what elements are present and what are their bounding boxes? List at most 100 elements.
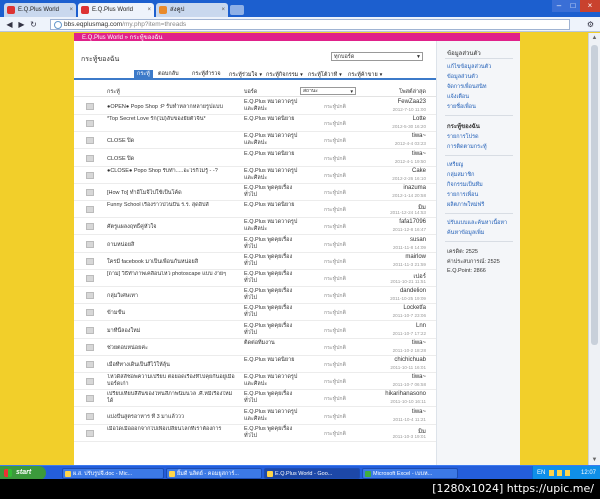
thread-title-link[interactable]: *Top Secret Love รัก(ไม่)ลับของยัยตัวจิ้…	[107, 116, 237, 132]
thread-title-link[interactable]: ข้ามขั้น	[107, 309, 237, 317]
thread-title-link[interactable]: [How To] ทำอีโมจิไปใช้เป็นโค้ด	[107, 189, 237, 197]
thread-title-link[interactable]: ใครมี facebook มาเป็นเพื่อนกันหน่อยสิ	[107, 258, 237, 266]
thread-title-link[interactable]: ●OPEN● Popo Shop :P รับทำหลากหลายรูปแบบ	[107, 103, 237, 111]
thread-board-link[interactable]: E.Q.Plus หมวดวาดรูป และศิลปะ	[244, 374, 300, 388]
tab-threads[interactable]: กระทู้	[134, 70, 153, 79]
thread-title-link[interactable]: [ถาม] วิธีทำภาพเคลื่อนไหว photoscape แบบ…	[107, 271, 237, 287]
thread-board-link[interactable]: E.Q.Plus หมวดวาดรูป และศิลปะ	[244, 133, 300, 147]
table-row[interactable]: ศัตรูแผลงฤทธิ์คู่หัวใจ E.Q.Plus หมวดวาดรู…	[74, 218, 436, 236]
last-post-user[interactable]: inazuma	[403, 185, 426, 191]
taskbar-item[interactable]: ยิ้มดี นลิตย์ - คอมยูสการ์...	[166, 468, 262, 479]
sidebar-link[interactable]: แจ้งเตือน	[447, 93, 469, 101]
table-row[interactable]: ●OPEN● Popo Shop :P รับทำหลากหลายรูปแบบ E…	[74, 98, 436, 115]
thread-title-link[interactable]: ถามหน่อยสิ	[107, 241, 237, 249]
sidebar-link[interactable]: ข้อมูลส่วนตัว	[447, 73, 478, 81]
back-icon[interactable]: ◀	[4, 19, 15, 30]
thread-title-link[interactable]: กลุ่มวิเศษเทา	[107, 292, 237, 300]
thread-title-link[interactable]: เปรียบเทียบสีสันของโทนสีภาพนิ่มนวล .ศิ.ห…	[107, 391, 237, 407]
last-post-user[interactable]: chichichuab	[394, 357, 426, 363]
last-post-user[interactable]: mairlow	[405, 254, 426, 260]
thread-board-link[interactable]: E.Q.Plus หมวดนิยาย	[244, 116, 300, 123]
minimize-icon[interactable]: –	[552, 0, 566, 12]
new-tab-button[interactable]	[230, 5, 244, 15]
sidebar-link[interactable]: เหรียญ	[447, 161, 463, 169]
table-row[interactable]: เมื่อที่ทางเดินเป็นสีไว้ให้ลุ้น E.Q.Plus …	[74, 356, 436, 373]
thread-board-link[interactable]: ติดต่อทีมงาน	[244, 340, 300, 347]
tab-close-icon[interactable]: ×	[69, 3, 73, 17]
sidebar-link[interactable]: ผลิตภาพใหม่ฟรี	[447, 201, 484, 209]
last-post-user[interactable]: Locketfa	[403, 305, 426, 311]
status-filter-select[interactable]: สถานะ ▼	[300, 87, 356, 95]
taskbar-item[interactable]: ผ.ส. ปรับรูปจี.doc - Mic...	[62, 468, 164, 479]
table-row[interactable]: CLOSE ปิด E.Q.Plus หมวดนิยาย กระทู้ปกติ tiw…	[74, 150, 436, 167]
table-row[interactable]: โหวดิสส์ชอพความเปรียบ ต่อยอดเรื่องที่ไปค…	[74, 373, 436, 391]
tab-close-icon[interactable]: ×	[221, 3, 225, 17]
sidebar-link[interactable]: จัดการเพื่อนสนิท	[447, 83, 486, 91]
thread-title-link[interactable]: เมื่อใดเมื่อออกจากไปเพื่อเปลี่ยนโลกที่เร…	[107, 426, 237, 442]
thread-title-link[interactable]: CLOSE ปิด	[107, 137, 237, 145]
table-row[interactable]: เปรียบเทียบสีสันของโทนสีภาพนิ่มนวล .ศิ.ห…	[74, 390, 436, 408]
last-post-user[interactable]: fafa17096	[399, 219, 426, 225]
tab-debate[interactable]: กระทู้โต้วาที▼	[308, 70, 343, 79]
sidebar-link[interactable]: ค้นหาข้อมูลเพิ่ม	[447, 229, 484, 237]
sidebar-link[interactable]: รายชื่อเพื่อน	[447, 103, 476, 111]
thread-board-link[interactable]: E.Q.Plus พูดคุยเรื่องทั่วไป	[244, 254, 300, 268]
tab-trade[interactable]: กระทู้ค้าขาย▼	[348, 70, 383, 79]
table-row[interactable]: ช่วยตอบหน่อยค่ะ ติดต่อทีมงาน กระทู้ปกติ tiw…	[74, 339, 436, 356]
sidebar-link[interactable]: การติดตามกระทู้	[447, 143, 487, 151]
table-row[interactable]: Funny School เรื่องราวป่วนปั่น ร.ร. สุดฮ…	[74, 201, 436, 219]
last-post-user[interactable]: Lnn	[416, 323, 426, 329]
table-row[interactable]: กลุ่มวิเศษเทา E.Q.Plus พูดคุยเรื่องทั่วไป…	[74, 287, 436, 305]
scroll-down-icon[interactable]: ▼	[589, 455, 600, 465]
sidebar-link[interactable]: ปรับแบบและค้นหาเนื้อหา	[447, 219, 507, 227]
thread-board-link[interactable]: E.Q.Plus หมวดวาดรูป และศิลปะ	[244, 168, 300, 182]
last-post-user[interactable]: Lotte	[413, 116, 426, 122]
thread-board-link[interactable]: E.Q.Plus พูดคุยเรื่องทั่วไป	[244, 288, 300, 302]
thread-title-link[interactable]: โหวดิสส์ชอพความเปรียบ ต่อยอดเรื่องที่ไปค…	[107, 374, 237, 390]
thread-board-link[interactable]: E.Q.Plus พูดคุยเรื่องทั่วไป	[244, 271, 300, 285]
thread-board-link[interactable]: E.Q.Plus พูดคุยเรื่องทั่วไป	[244, 185, 300, 199]
table-row[interactable]: ●CLOSE● Popo Shop รับทำ.....อะไรก็ไม่รู้…	[74, 167, 436, 184]
browser-tab-active[interactable]: E.Q.Plus World ×	[78, 3, 154, 17]
table-row[interactable]: ข้ามขั้น E.Q.Plus พูดคุยเรื่องทั่วไป กระทู…	[74, 304, 436, 322]
sidebar-link[interactable]: แก้ไขข้อมูลส่วนตัว	[447, 63, 491, 71]
thread-board-link[interactable]: E.Q.Plus พูดคุยเรื่องทั่วไป	[244, 323, 300, 337]
thread-board-link[interactable]: E.Q.Plus หมวดนิยาย	[244, 357, 300, 364]
board-filter-select[interactable]: ทุกบอร์ด ▼	[331, 52, 423, 61]
sidebar-link[interactable]: กิจกรรมเป็นทีม	[447, 181, 483, 189]
thread-board-link[interactable]: E.Q.Plus หมวดวาดรูป และศิลปะ	[244, 99, 300, 113]
thread-board-link[interactable]: E.Q.Plus หมวดวาดรูป และศิลปะ	[244, 409, 300, 423]
thread-board-link[interactable]: E.Q.Plus พูดคุยเรื่องทั่วไป	[244, 426, 300, 440]
table-row[interactable]: มาทีนี้ลองใหม่ E.Q.Plus พูดคุยเรื่องทั่วไ…	[74, 322, 436, 339]
table-row[interactable]: เมื่อใดเมื่อออกจากไปเพื่อเปลี่ยนโลกที่เร…	[74, 425, 436, 442]
last-post-user[interactable]: tiwa~	[412, 409, 426, 415]
table-row[interactable]: ใครมี facebook มาเป็นเพื่อนกันหน่อยสิ E.Q…	[74, 253, 436, 270]
browser-tab[interactable]: E.Q.Plus World ×	[4, 3, 76, 17]
last-post-user[interactable]: Cake	[412, 168, 426, 174]
last-post-user[interactable]: tiwa~	[412, 340, 426, 346]
thread-title-link[interactable]: Funny School เรื่องราวป่วนปั่น ร.ร. สุดฮ…	[107, 202, 237, 218]
tab-joint[interactable]: กระทู้ร่วมใจ▼	[229, 70, 263, 79]
browser-tab[interactable]: ส่งคูป ×	[156, 3, 228, 17]
last-post-user[interactable]: susan	[410, 237, 426, 243]
table-row[interactable]: แบ่งปันสูตรอาหาร ที่ 3 มาแล้ววว E.Q.Plus …	[74, 408, 436, 425]
clock[interactable]: 12:07	[581, 466, 596, 480]
thread-title-link[interactable]: เมื่อที่ทางเดินเป็นสีไว้ให้ลุ้น	[107, 361, 237, 369]
last-post-user[interactable]: hikarihanasono	[385, 391, 426, 397]
tab-replies[interactable]: ตอบกลับ	[158, 70, 179, 79]
last-post-user[interactable]: tiwa~	[412, 133, 426, 139]
tray-icons[interactable]	[549, 470, 573, 476]
maximize-icon[interactable]: □	[566, 0, 580, 12]
thread-title-link[interactable]: ศัตรูแผลงฤทธิ์คู่หัวใจ	[107, 223, 237, 231]
taskbar-item[interactable]: Microsoft Excel - เบบห...	[362, 468, 458, 479]
thread-board-link[interactable]: E.Q.Plus หมวดวาดรูป และศิลปะ	[244, 219, 300, 233]
sidebar-link[interactable]: รายการโปรด	[447, 133, 479, 141]
page-scrollbar[interactable]: ▲ ▼	[588, 33, 600, 465]
table-row[interactable]: [How To] ทำอีโมจิไปใช้เป็นโค้ด E.Q.Plus พ…	[74, 184, 436, 201]
forward-icon[interactable]: ▶	[16, 19, 27, 30]
thread-board-link[interactable]: E.Q.Plus พูดคุยเรื่องทั่วไป	[244, 391, 300, 405]
sidebar-link[interactable]: กลุ่มสมาชิก	[447, 171, 474, 179]
thread-board-link[interactable]: E.Q.Plus พูดคุยเรื่องทั่วไป	[244, 305, 300, 319]
scroll-up-icon[interactable]: ▲	[589, 33, 600, 43]
table-row[interactable]: CLOSE ปิด E.Q.Plus หมวดวาดรูป และศิลปะ กระ…	[74, 132, 436, 150]
